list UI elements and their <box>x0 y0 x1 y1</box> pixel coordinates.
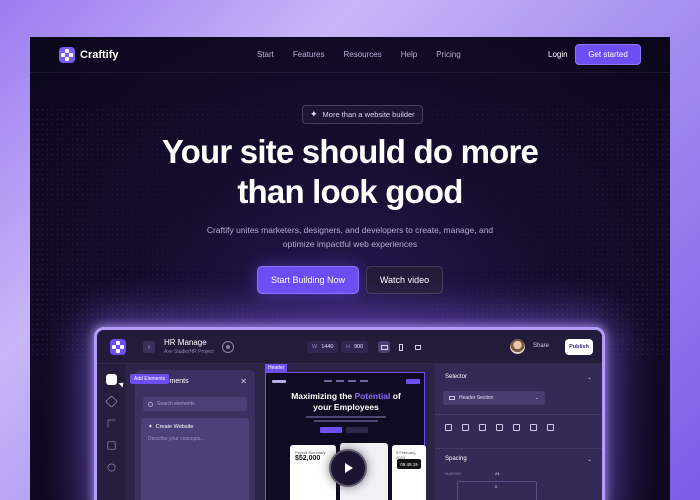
hero-headline-line-1: Your site should do more <box>161 133 539 170</box>
create-website-label: Create Website <box>155 424 194 430</box>
divider <box>435 448 602 449</box>
create-website-description: Describe your concepts... <box>148 436 205 442</box>
clock-value: 05:45:19 <box>397 459 421 469</box>
nav-link-start[interactable]: Start <box>257 50 274 59</box>
chevron-down-icon[interactable]: ⌄ <box>587 456 592 463</box>
play-icon[interactable] <box>329 449 367 487</box>
page-frame: Craftify Start Features Resources Help P… <box>30 37 670 500</box>
create-website-card[interactable]: ✦ Create Website Describe your concepts.… <box>141 418 249 500</box>
watch-video-button[interactable]: Watch video <box>366 266 443 294</box>
height-label: H <box>346 344 350 350</box>
hero-headline-line-2: than look good <box>237 173 463 210</box>
align-icon[interactable] <box>479 424 486 431</box>
add-element-icon[interactable] <box>106 374 117 385</box>
canvas-text-lines <box>306 416 386 424</box>
align-icon[interactable] <box>513 424 520 431</box>
canvas-headline-1: Maximizing the Potential of <box>291 391 401 401</box>
align-icon[interactable] <box>462 424 469 431</box>
hero-subtitle-line-1: Craftify unites marketers, designers, an… <box>206 225 494 235</box>
avatar[interactable] <box>510 339 525 354</box>
nav-link-pricing[interactable]: Pricing <box>436 50 460 59</box>
spacing-heading: Spacing <box>445 456 467 462</box>
alignment-controls <box>445 424 554 431</box>
publish-button[interactable]: Publish <box>565 339 593 355</box>
header-tag: Header <box>265 364 288 372</box>
mobile-icon[interactable] <box>395 341 407 353</box>
spacing-box: 0 <box>457 481 537 500</box>
add-elements-tooltip: Add Elements <box>130 374 170 384</box>
selector-value: Header Section <box>459 395 494 401</box>
search-input[interactable]: Search elements <box>143 397 247 411</box>
add-elements-panel: Add Elements ✕ Search elements ✦ Create … <box>135 370 255 500</box>
editor-preview: ‹ HR Manage Axe Studio/HR Project W 1440… <box>94 327 605 500</box>
back-icon[interactable]: ‹ <box>143 341 155 353</box>
hero-badge-text: More than a website builder <box>322 110 415 119</box>
width-label: W <box>312 344 318 350</box>
date-card: 3 February, 2023 05:45:19 <box>392 445 426 500</box>
folder-icon[interactable] <box>107 441 116 450</box>
nav-links: Start Features Resources Help Pricing <box>257 50 461 59</box>
cube-icon[interactable] <box>105 395 118 408</box>
desktop-icon[interactable] <box>378 341 390 353</box>
search-placeholder: Search elements <box>157 401 195 407</box>
canvas-primary-button <box>320 427 342 433</box>
selector-heading: Selector <box>445 374 468 380</box>
brand-logo[interactable]: Craftify <box>59 47 119 63</box>
login-link[interactable]: Login <box>548 50 568 59</box>
canvas-secondary-button <box>346 427 368 433</box>
height-value: 900 <box>353 344 364 350</box>
divider <box>435 414 602 415</box>
canvas-nav <box>272 377 420 385</box>
get-started-button[interactable]: Get started <box>575 44 641 65</box>
padding-value[interactable]: 0 <box>495 484 497 489</box>
sparkle-icon: ✦ <box>148 424 153 430</box>
nav-link-resources[interactable]: Resources <box>343 50 381 59</box>
hero-subtitle-line-2: optimize impactful web experiences <box>282 239 418 249</box>
tablet-icon[interactable] <box>412 341 424 353</box>
payroll-value: $52,000 <box>295 455 321 462</box>
create-website-title: ✦ Create Website <box>148 424 193 430</box>
editor-toolbar: ‹ HR Manage Axe Studio/HR Project W 1440… <box>97 330 602 364</box>
share-button[interactable]: Share <box>533 343 549 349</box>
project-title: HR Manage <box>164 338 207 347</box>
nav-link-help[interactable]: Help <box>401 50 417 59</box>
align-icon[interactable] <box>445 424 452 431</box>
canvas-headline-2: your Employees <box>313 402 379 412</box>
hero-badge: ✦ More than a website builder <box>302 105 423 124</box>
selector-dropdown[interactable]: Header Section ⌄ <box>443 391 545 405</box>
start-building-button[interactable]: Start Building Now <box>257 266 359 294</box>
close-icon[interactable]: ✕ <box>240 377 247 386</box>
search-icon <box>148 401 153 407</box>
brand-name: Craftify <box>80 49 119 61</box>
nav-link-features[interactable]: Features <box>293 50 325 59</box>
align-icon[interactable] <box>530 424 537 431</box>
width-value: 1440 <box>321 344 334 350</box>
layers-icon[interactable] <box>107 463 116 472</box>
editor-logo-icon <box>110 339 126 355</box>
align-icon[interactable] <box>547 424 554 431</box>
chevron-down-icon[interactable]: ⌄ <box>587 374 592 381</box>
editor-body: Add Elements Add Elements ✕ Search eleme… <box>97 364 602 500</box>
sparkle-icon: ✦ <box>310 109 318 119</box>
properties-panel: Selector ⌄ Header Section ⌄ Spacing ⌄ MA… <box>435 364 602 500</box>
height-field[interactable]: H 900 <box>341 341 369 353</box>
eye-icon[interactable] <box>222 341 234 353</box>
project-subtitle: Axe Studio/HR Project <box>164 349 214 355</box>
margin-value[interactable]: 24 <box>495 471 499 476</box>
pointer-icon[interactable] <box>107 419 116 428</box>
top-navigation: Craftify Start Features Resources Help P… <box>30 37 670 73</box>
align-icon[interactable] <box>496 424 503 431</box>
chevron-down-icon: ⌄ <box>534 395 539 401</box>
craftify-logo-icon <box>59 47 75 63</box>
width-field[interactable]: W 1440 <box>307 341 339 353</box>
section-icon <box>449 396 455 400</box>
margin-label: MARGIN <box>445 471 461 476</box>
